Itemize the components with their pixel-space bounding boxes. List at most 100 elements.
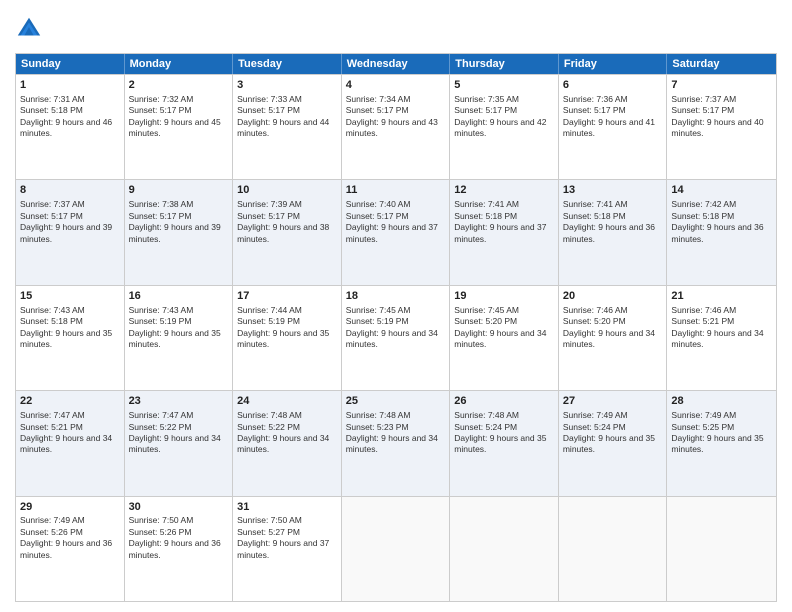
day-number: 6 xyxy=(563,78,663,93)
calendar-week-2: 8Sunrise: 7:37 AM Sunset: 5:17 PM Daylig… xyxy=(16,179,776,284)
day-info: Sunrise: 7:34 AM Sunset: 5:17 PM Dayligh… xyxy=(346,94,441,138)
calendar-week-1: 1Sunrise: 7:31 AM Sunset: 5:18 PM Daylig… xyxy=(16,74,776,179)
empty-cell xyxy=(450,497,559,601)
day-cell-19: 19Sunrise: 7:45 AM Sunset: 5:20 PM Dayli… xyxy=(450,286,559,390)
day-number: 13 xyxy=(563,183,663,198)
day-cell-13: 13Sunrise: 7:41 AM Sunset: 5:18 PM Dayli… xyxy=(559,180,668,284)
day-number: 23 xyxy=(129,394,229,409)
page: SundayMondayTuesdayWednesdayThursdayFrid… xyxy=(0,0,792,612)
day-cell-1: 1Sunrise: 7:31 AM Sunset: 5:18 PM Daylig… xyxy=(16,75,125,179)
day-info: Sunrise: 7:37 AM Sunset: 5:17 PM Dayligh… xyxy=(20,199,115,243)
calendar-body: 1Sunrise: 7:31 AM Sunset: 5:18 PM Daylig… xyxy=(16,74,776,601)
day-cell-20: 20Sunrise: 7:46 AM Sunset: 5:20 PM Dayli… xyxy=(559,286,668,390)
day-number: 18 xyxy=(346,289,446,304)
day-cell-30: 30Sunrise: 7:50 AM Sunset: 5:26 PM Dayli… xyxy=(125,497,234,601)
day-cell-6: 6Sunrise: 7:36 AM Sunset: 5:17 PM Daylig… xyxy=(559,75,668,179)
empty-cell xyxy=(342,497,451,601)
day-cell-26: 26Sunrise: 7:48 AM Sunset: 5:24 PM Dayli… xyxy=(450,391,559,495)
empty-cell xyxy=(667,497,776,601)
header-day-sunday: Sunday xyxy=(16,54,125,74)
calendar-week-4: 22Sunrise: 7:47 AM Sunset: 5:21 PM Dayli… xyxy=(16,390,776,495)
day-info: Sunrise: 7:41 AM Sunset: 5:18 PM Dayligh… xyxy=(454,199,549,243)
day-info: Sunrise: 7:35 AM Sunset: 5:17 PM Dayligh… xyxy=(454,94,549,138)
day-cell-23: 23Sunrise: 7:47 AM Sunset: 5:22 PM Dayli… xyxy=(125,391,234,495)
day-cell-17: 17Sunrise: 7:44 AM Sunset: 5:19 PM Dayli… xyxy=(233,286,342,390)
day-number: 26 xyxy=(454,394,554,409)
day-info: Sunrise: 7:47 AM Sunset: 5:22 PM Dayligh… xyxy=(129,410,224,454)
day-info: Sunrise: 7:37 AM Sunset: 5:17 PM Dayligh… xyxy=(671,94,766,138)
calendar-week-5: 29Sunrise: 7:49 AM Sunset: 5:26 PM Dayli… xyxy=(16,496,776,601)
day-cell-21: 21Sunrise: 7:46 AM Sunset: 5:21 PM Dayli… xyxy=(667,286,776,390)
day-cell-2: 2Sunrise: 7:32 AM Sunset: 5:17 PM Daylig… xyxy=(125,75,234,179)
day-number: 16 xyxy=(129,289,229,304)
day-number: 20 xyxy=(563,289,663,304)
day-number: 12 xyxy=(454,183,554,198)
day-info: Sunrise: 7:49 AM Sunset: 5:24 PM Dayligh… xyxy=(563,410,658,454)
day-info: Sunrise: 7:43 AM Sunset: 5:18 PM Dayligh… xyxy=(20,305,115,349)
day-cell-22: 22Sunrise: 7:47 AM Sunset: 5:21 PM Dayli… xyxy=(16,391,125,495)
header-day-wednesday: Wednesday xyxy=(342,54,451,74)
day-info: Sunrise: 7:48 AM Sunset: 5:23 PM Dayligh… xyxy=(346,410,441,454)
day-info: Sunrise: 7:47 AM Sunset: 5:21 PM Dayligh… xyxy=(20,410,115,454)
calendar: SundayMondayTuesdayWednesdayThursdayFrid… xyxy=(15,53,777,602)
header-day-monday: Monday xyxy=(125,54,234,74)
day-number: 11 xyxy=(346,183,446,198)
day-info: Sunrise: 7:31 AM Sunset: 5:18 PM Dayligh… xyxy=(20,94,115,138)
day-cell-14: 14Sunrise: 7:42 AM Sunset: 5:18 PM Dayli… xyxy=(667,180,776,284)
day-info: Sunrise: 7:49 AM Sunset: 5:25 PM Dayligh… xyxy=(671,410,766,454)
day-cell-18: 18Sunrise: 7:45 AM Sunset: 5:19 PM Dayli… xyxy=(342,286,451,390)
day-number: 1 xyxy=(20,78,120,93)
day-number: 25 xyxy=(346,394,446,409)
day-info: Sunrise: 7:50 AM Sunset: 5:26 PM Dayligh… xyxy=(129,515,224,559)
day-info: Sunrise: 7:48 AM Sunset: 5:24 PM Dayligh… xyxy=(454,410,549,454)
day-cell-7: 7Sunrise: 7:37 AM Sunset: 5:17 PM Daylig… xyxy=(667,75,776,179)
day-info: Sunrise: 7:40 AM Sunset: 5:17 PM Dayligh… xyxy=(346,199,441,243)
day-cell-10: 10Sunrise: 7:39 AM Sunset: 5:17 PM Dayli… xyxy=(233,180,342,284)
day-number: 7 xyxy=(671,78,772,93)
header xyxy=(15,15,777,43)
day-info: Sunrise: 7:46 AM Sunset: 5:20 PM Dayligh… xyxy=(563,305,658,349)
day-info: Sunrise: 7:33 AM Sunset: 5:17 PM Dayligh… xyxy=(237,94,332,138)
day-number: 4 xyxy=(346,78,446,93)
day-number: 3 xyxy=(237,78,337,93)
day-number: 31 xyxy=(237,500,337,515)
header-day-saturday: Saturday xyxy=(667,54,776,74)
calendar-header: SundayMondayTuesdayWednesdayThursdayFrid… xyxy=(16,54,776,74)
empty-cell xyxy=(559,497,668,601)
day-cell-25: 25Sunrise: 7:48 AM Sunset: 5:23 PM Dayli… xyxy=(342,391,451,495)
day-info: Sunrise: 7:44 AM Sunset: 5:19 PM Dayligh… xyxy=(237,305,332,349)
day-info: Sunrise: 7:46 AM Sunset: 5:21 PM Dayligh… xyxy=(671,305,766,349)
day-number: 28 xyxy=(671,394,772,409)
logo xyxy=(15,15,47,43)
day-info: Sunrise: 7:45 AM Sunset: 5:19 PM Dayligh… xyxy=(346,305,441,349)
day-number: 9 xyxy=(129,183,229,198)
day-number: 8 xyxy=(20,183,120,198)
day-number: 19 xyxy=(454,289,554,304)
day-number: 29 xyxy=(20,500,120,515)
day-info: Sunrise: 7:48 AM Sunset: 5:22 PM Dayligh… xyxy=(237,410,332,454)
day-cell-9: 9Sunrise: 7:38 AM Sunset: 5:17 PM Daylig… xyxy=(125,180,234,284)
day-cell-11: 11Sunrise: 7:40 AM Sunset: 5:17 PM Dayli… xyxy=(342,180,451,284)
day-cell-3: 3Sunrise: 7:33 AM Sunset: 5:17 PM Daylig… xyxy=(233,75,342,179)
day-cell-29: 29Sunrise: 7:49 AM Sunset: 5:26 PM Dayli… xyxy=(16,497,125,601)
day-cell-15: 15Sunrise: 7:43 AM Sunset: 5:18 PM Dayli… xyxy=(16,286,125,390)
day-cell-27: 27Sunrise: 7:49 AM Sunset: 5:24 PM Dayli… xyxy=(559,391,668,495)
day-info: Sunrise: 7:36 AM Sunset: 5:17 PM Dayligh… xyxy=(563,94,658,138)
day-cell-12: 12Sunrise: 7:41 AM Sunset: 5:18 PM Dayli… xyxy=(450,180,559,284)
header-day-tuesday: Tuesday xyxy=(233,54,342,74)
day-cell-5: 5Sunrise: 7:35 AM Sunset: 5:17 PM Daylig… xyxy=(450,75,559,179)
header-day-friday: Friday xyxy=(559,54,668,74)
day-info: Sunrise: 7:43 AM Sunset: 5:19 PM Dayligh… xyxy=(129,305,224,349)
day-number: 2 xyxy=(129,78,229,93)
header-day-thursday: Thursday xyxy=(450,54,559,74)
day-cell-24: 24Sunrise: 7:48 AM Sunset: 5:22 PM Dayli… xyxy=(233,391,342,495)
day-info: Sunrise: 7:49 AM Sunset: 5:26 PM Dayligh… xyxy=(20,515,115,559)
day-cell-28: 28Sunrise: 7:49 AM Sunset: 5:25 PM Dayli… xyxy=(667,391,776,495)
day-number: 14 xyxy=(671,183,772,198)
logo-icon xyxy=(15,15,43,43)
day-info: Sunrise: 7:38 AM Sunset: 5:17 PM Dayligh… xyxy=(129,199,224,243)
day-number: 30 xyxy=(129,500,229,515)
calendar-week-3: 15Sunrise: 7:43 AM Sunset: 5:18 PM Dayli… xyxy=(16,285,776,390)
day-number: 24 xyxy=(237,394,337,409)
day-info: Sunrise: 7:41 AM Sunset: 5:18 PM Dayligh… xyxy=(563,199,658,243)
